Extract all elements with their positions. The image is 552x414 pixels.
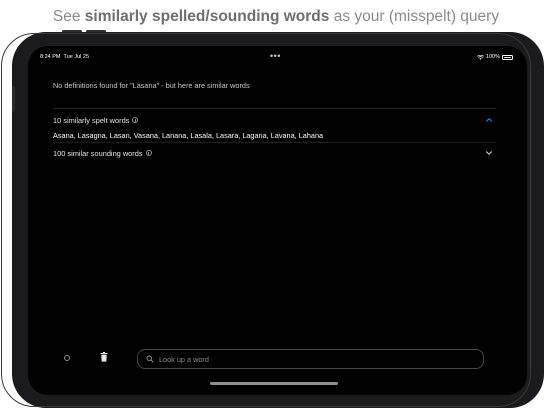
wifi-icon [476,54,484,60]
search-input[interactable] [159,354,459,364]
app-screen: 8:24 PM Tue Jul 25 ••• 100% No definitio… [28,46,527,395]
status-time: 8:24 PM Tue Jul 25 [40,54,89,60]
caption-prefix: See [52,8,85,25]
similar-spelt-words-list[interactable]: Asana, Lasagna, Lasan, Vasana, Lanana, L… [53,131,323,140]
divider [53,108,496,109]
trash-icon[interactable] [100,352,108,362]
caption-suffix: as your (misspelt) query [329,8,500,25]
info-icon[interactable] [145,150,152,156]
multitasking-dots-icon[interactable]: ••• [270,51,281,61]
promo-caption: See similarly spelled/sounding words as … [0,8,552,26]
search-bar[interactable] [137,349,484,369]
no-definition-notice: No definitions found for "Lasana" - but … [53,81,250,90]
status-date: Tue Jul 25 [63,54,90,60]
search-icon [146,355,154,363]
circle-icon[interactable] [64,355,70,361]
chevron-up-icon[interactable] [484,115,494,125]
status-right: 100% [476,54,513,60]
home-indicator[interactable] [210,382,338,385]
battery-percentage: 100% [485,54,500,60]
spelt-words-title: 10 similarly spelt words [53,115,130,125]
spelt-words-header[interactable]: 10 similarly spelt words [53,113,496,127]
caption-bold: similarly spelled/sounding words [84,8,330,25]
info-icon[interactable] [132,117,139,123]
status-bar: 8:24 PM Tue Jul 25 ••• 100% [28,51,527,64]
sounding-words-title: 100 similar sounding words [53,148,143,158]
device-side-button [12,86,15,112]
sounding-words-header[interactable]: 100 similar sounding words [53,146,496,160]
status-time-value: 8:24 PM [40,54,61,60]
divider [53,142,496,143]
chevron-down-icon[interactable] [484,148,494,158]
battery-icon [502,54,513,60]
